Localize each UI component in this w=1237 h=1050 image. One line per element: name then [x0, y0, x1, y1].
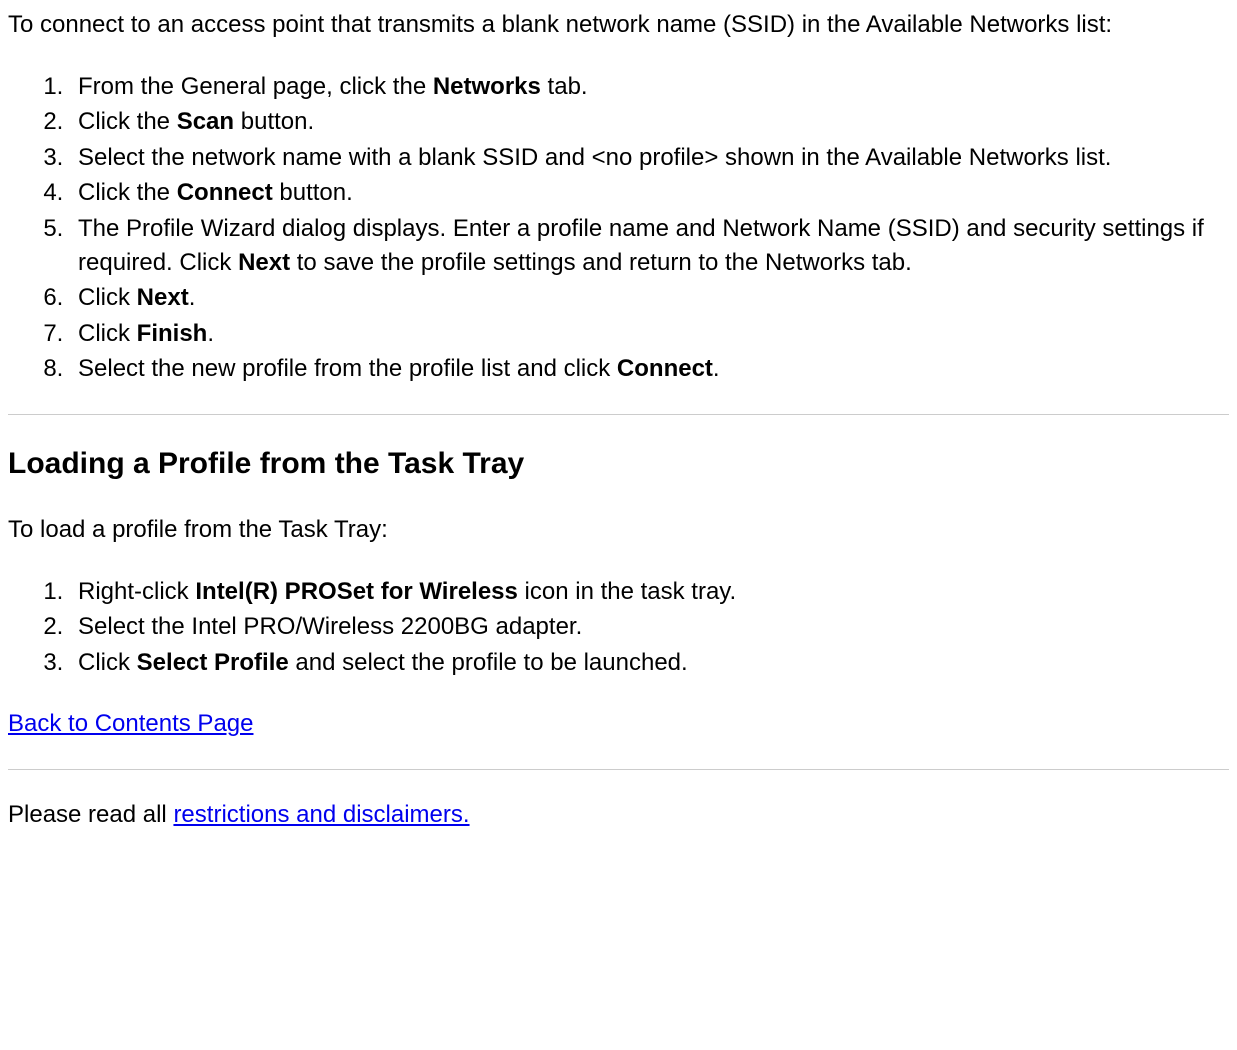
step-2: Click the Scan button. — [70, 105, 1229, 139]
step-7: Click Finish. — [70, 317, 1229, 351]
step-6: Click Next. — [70, 281, 1229, 315]
footer-paragraph: Please read all restrictions and disclai… — [8, 798, 1229, 832]
step-5: The Profile Wizard dialog displays. Ente… — [70, 212, 1229, 279]
text: . — [713, 355, 720, 382]
step-3: Click Select Profile and select the prof… — [70, 646, 1229, 680]
text: Click the — [78, 108, 177, 135]
step-8: Select the new profile from the profile … — [70, 352, 1229, 386]
text: Click — [78, 320, 137, 347]
text: Click the — [78, 179, 177, 206]
divider — [8, 769, 1229, 770]
heading-task-tray: Loading a Profile from the Task Tray — [8, 443, 1229, 485]
back-to-contents-link[interactable]: Back to Contents Page — [8, 710, 253, 737]
divider — [8, 414, 1229, 415]
restrictions-link[interactable]: restrictions and disclaimers. — [173, 801, 469, 828]
text: button. — [234, 108, 314, 135]
step-4: Click the Connect button. — [70, 176, 1229, 210]
text: . — [207, 320, 214, 347]
text: to save the profile settings and return … — [290, 249, 912, 276]
text: Click — [78, 649, 137, 676]
text: . — [189, 284, 196, 311]
step-2: Select the Intel PRO/Wireless 2200BG ada… — [70, 610, 1229, 644]
bold: Networks — [433, 73, 541, 100]
intro-paragraph-1: To connect to an access point that trans… — [8, 8, 1229, 42]
step-1: Right-click Intel(R) PROSet for Wireless… — [70, 575, 1229, 609]
bold: Scan — [177, 108, 234, 135]
bold: Next — [238, 249, 290, 276]
text: tab. — [541, 73, 588, 100]
back-link-paragraph: Back to Contents Page — [8, 707, 1229, 741]
bold: Connect — [617, 355, 713, 382]
steps-list-2: Right-click Intel(R) PROSet for Wireless… — [8, 575, 1229, 680]
text: Right-click — [78, 578, 195, 605]
text: icon in the task tray. — [518, 578, 736, 605]
text: Select the new profile from the profile … — [78, 355, 617, 382]
steps-list-1: From the General page, click the Network… — [8, 70, 1229, 386]
bold: Select Profile — [137, 649, 289, 676]
bold: Next — [137, 284, 189, 311]
text: Please read all — [8, 801, 173, 828]
step-3: Select the network name with a blank SSI… — [70, 141, 1229, 175]
text: and select the profile to be launched. — [289, 649, 688, 676]
text: From the General page, click the — [78, 73, 433, 100]
bold: Finish — [137, 320, 208, 347]
bold: Connect — [177, 179, 273, 206]
step-1: From the General page, click the Network… — [70, 70, 1229, 104]
bold: Intel(R) PROSet for Wireless — [195, 578, 518, 605]
intro-paragraph-2: To load a profile from the Task Tray: — [8, 513, 1229, 547]
text: button. — [273, 179, 353, 206]
text: Click — [78, 284, 137, 311]
